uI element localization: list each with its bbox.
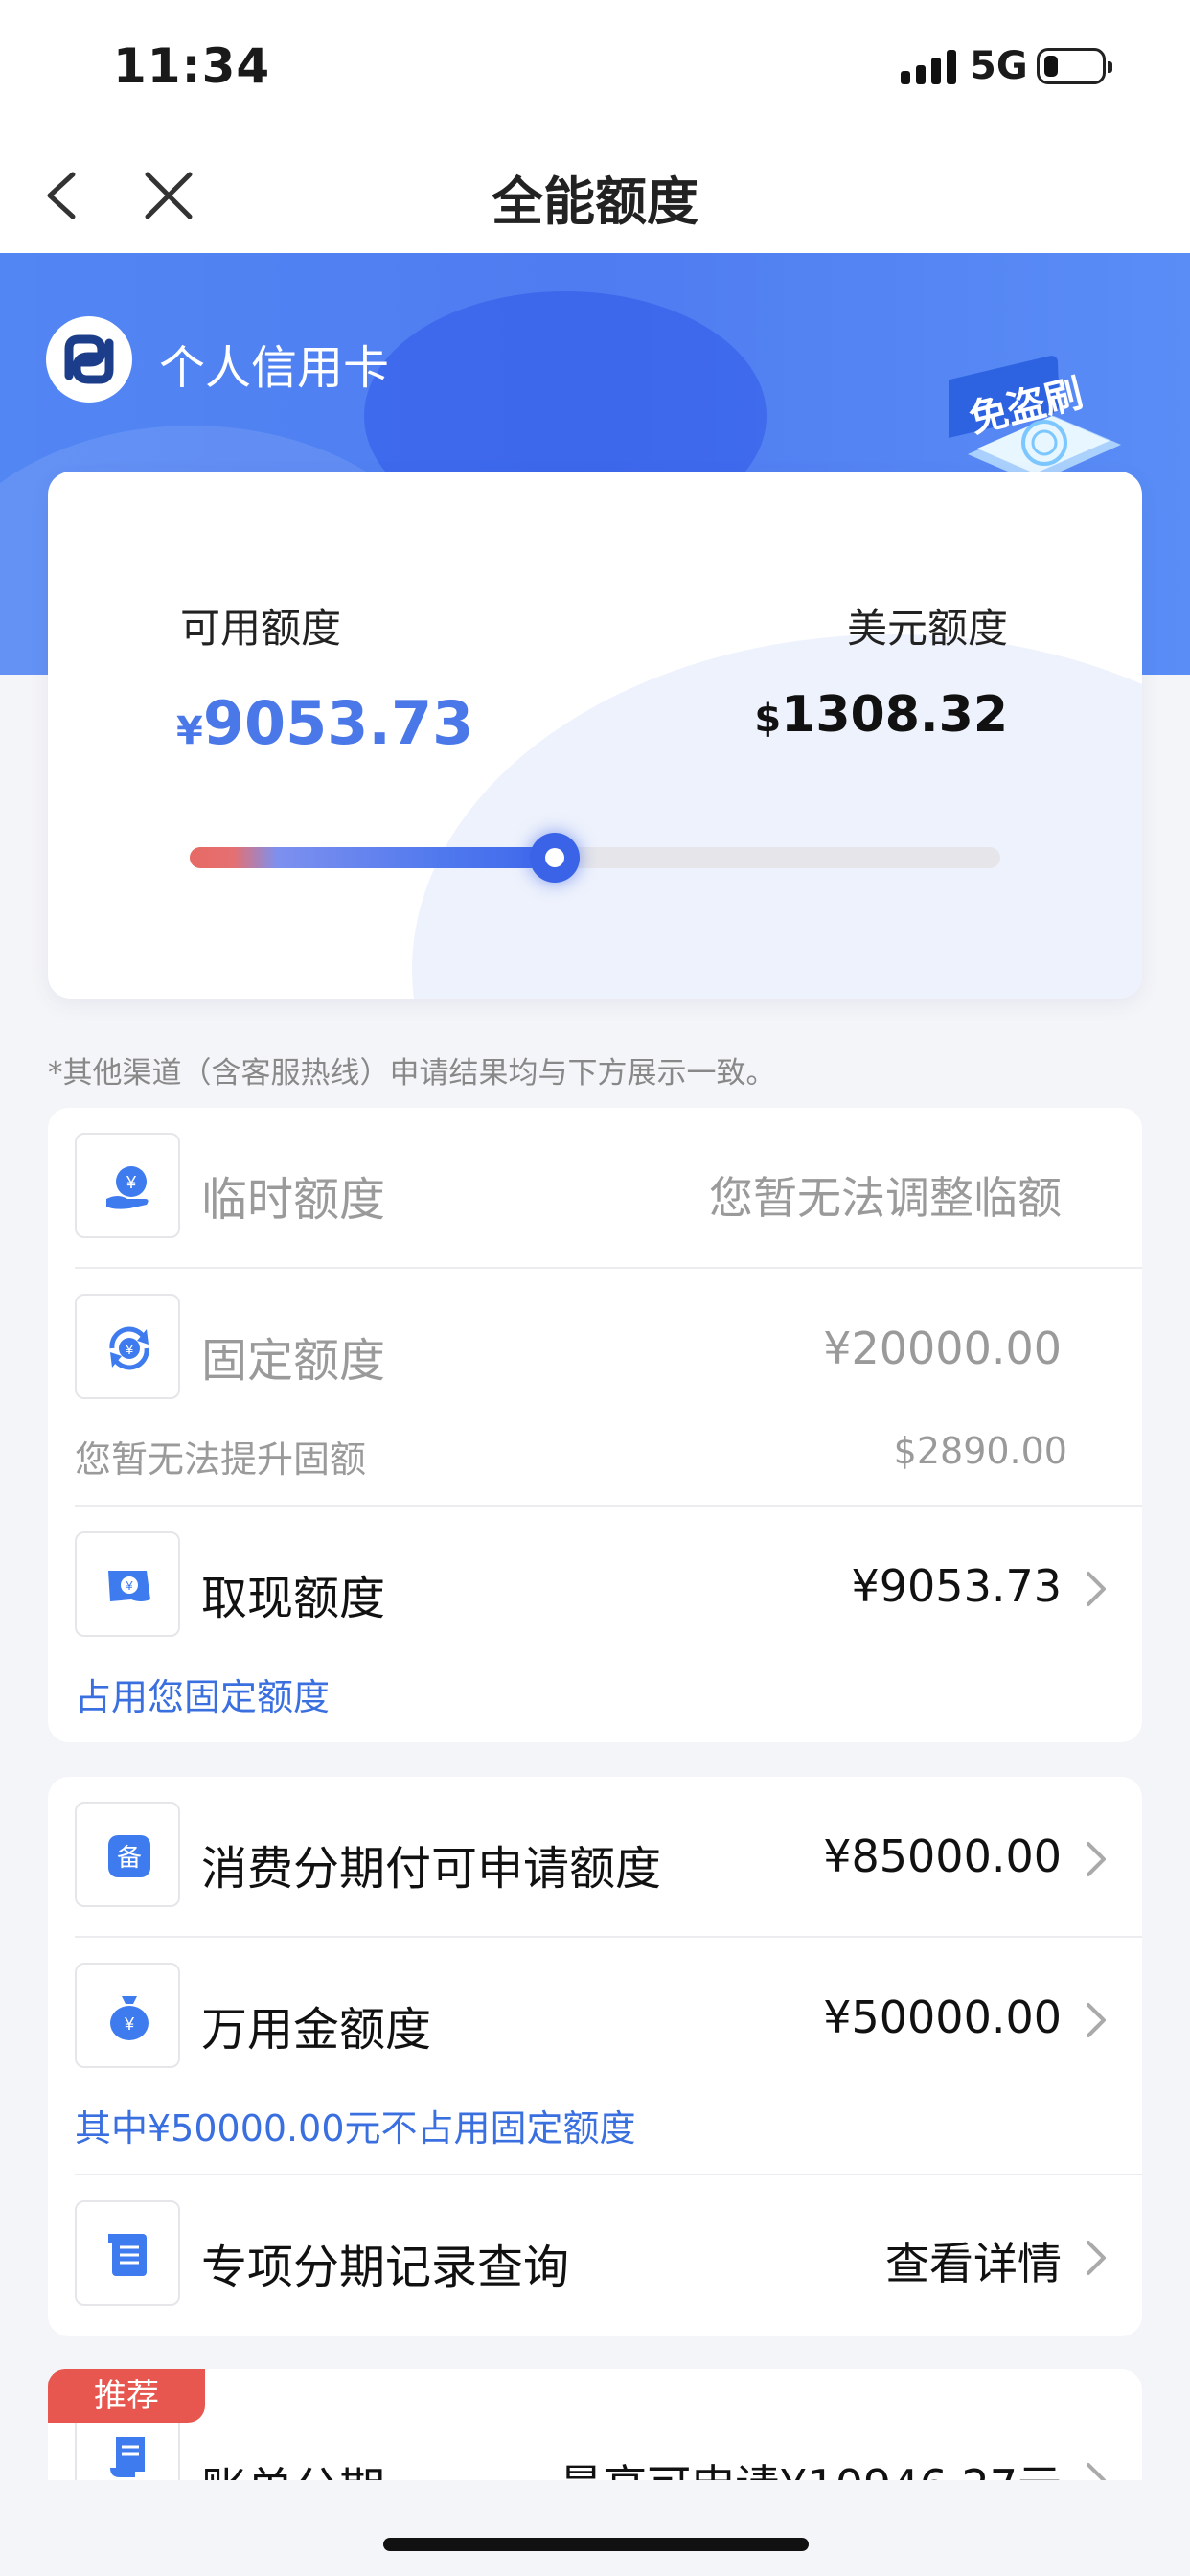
fixed-limit-note: 您暂无法提升固额 <box>75 1438 367 1481</box>
chevron-right-icon <box>1087 1572 1106 1606</box>
wanyongjin-note: 其中¥50000.00元不占用固定额度 <box>75 2107 636 2150</box>
status-time: 11:34 <box>113 38 271 94</box>
limit-usage-bar <box>190 833 1000 883</box>
home-indicator[interactable] <box>383 2538 809 2551</box>
notice-text: *其他渠道（含客服热线）申请结果均与下方展示一致。 <box>48 1056 776 1091</box>
usd-limit-value: $1308.32 <box>754 686 1008 744</box>
wanyongjin-row[interactable]: ¥ 万用金额度 ¥50000.00 其中¥50000.00元不占用固定额度 <box>48 1938 1142 2175</box>
document-icon <box>75 2200 180 2306</box>
fixed-limit-row[interactable]: ¥ 固定额度 ¥20000.00 您暂无法提升固额 $2890.00 <box>48 1269 1142 1506</box>
battery-icon <box>1037 48 1112 84</box>
limit-card: 可用额度 美元额度 ¥9053.73 $1308.32 <box>48 472 1142 999</box>
card-name: 个人信用卡 <box>159 341 390 395</box>
signal-icon <box>901 50 960 84</box>
limit-usage-thumb <box>529 833 580 883</box>
reserve-icon: 备 <box>75 1802 180 1907</box>
cash-limit-note: 占用您固定额度 <box>75 1676 331 1718</box>
bank-logo-icon <box>46 316 132 402</box>
temporary-limit-value: 您暂无法调整临额 <box>709 1172 1062 1224</box>
temporary-limit-row[interactable]: ¥ 临时额度 您暂无法调整临额 <box>48 1108 1142 1269</box>
network-type: 5G <box>970 44 1028 88</box>
yuan-cycle-icon: ¥ <box>75 1294 180 1399</box>
usd-limit-label: 美元额度 <box>846 605 1008 652</box>
fixed-limit-usd: $2890.00 <box>893 1430 1067 1472</box>
status-bar: 11:34 5G <box>0 0 1190 134</box>
special-installment-link[interactable]: 查看详情 <box>885 2229 1062 2292</box>
money-bag-icon: ¥ <box>75 1963 180 2068</box>
recommend-tag: 推荐 <box>48 2369 205 2423</box>
svg-text:¥: ¥ <box>126 1173 137 1192</box>
chevron-right-icon <box>1087 2003 1106 2037</box>
fixed-limit-value: ¥20000.00 <box>823 1322 1062 1374</box>
nav-bar: 全能额度 <box>0 134 1190 253</box>
svg-text:¥: ¥ <box>125 1342 134 1358</box>
svg-text:¥: ¥ <box>124 2014 135 2034</box>
chevron-right-icon <box>1087 1842 1106 1876</box>
svg-text:备: 备 <box>117 1844 142 1873</box>
limits-card: ¥ 临时额度 您暂无法调整临额 ¥ 固定额度 ¥20000.00 您暂无法提升固… <box>48 1108 1142 1742</box>
fixed-limit-title: 固定额度 <box>201 1334 386 1388</box>
chevron-right-icon <box>1087 2241 1106 2275</box>
temporary-limit-title: 临时额度 <box>201 1173 386 1227</box>
page-title: 全能额度 <box>492 172 698 232</box>
available-limit-value: ¥9053.73 <box>176 688 474 758</box>
consumer-installment-row[interactable]: 备 消费分期付可申请额度 ¥85000.00 <box>48 1777 1142 1938</box>
limit-usage-fill <box>190 847 555 868</box>
available-limit-label: 可用额度 <box>180 605 342 652</box>
special-installment-title: 专项分期记录查询 <box>201 2241 570 2294</box>
special-installment-row[interactable]: 专项分期记录查询 查看详情 <box>48 2175 1142 2336</box>
cash-limit-title: 取现额度 <box>201 1572 386 1625</box>
hand-yuan-icon: ¥ <box>75 1133 180 1238</box>
cash-limit-value: ¥9053.73 <box>851 1560 1063 1612</box>
svg-text:¥: ¥ <box>125 1578 133 1593</box>
consumer-installment-title: 消费分期付可申请额度 <box>201 1842 662 1896</box>
cash-limit-row[interactable]: ¥ 取现额度 ¥9053.73 占用您固定额度 <box>48 1506 1142 1742</box>
wanyongjin-title: 万用金额度 <box>201 2003 432 2057</box>
consumer-installment-value: ¥85000.00 <box>823 1830 1062 1882</box>
bottom-safe-area <box>0 2480 1190 2576</box>
wanyongjin-value: ¥50000.00 <box>823 1991 1062 2043</box>
cash-note-icon: ¥ <box>75 1531 180 1637</box>
installment-card: 备 消费分期付可申请额度 ¥85000.00 ¥ 万用金额度 ¥50000.00… <box>48 1777 1142 2336</box>
